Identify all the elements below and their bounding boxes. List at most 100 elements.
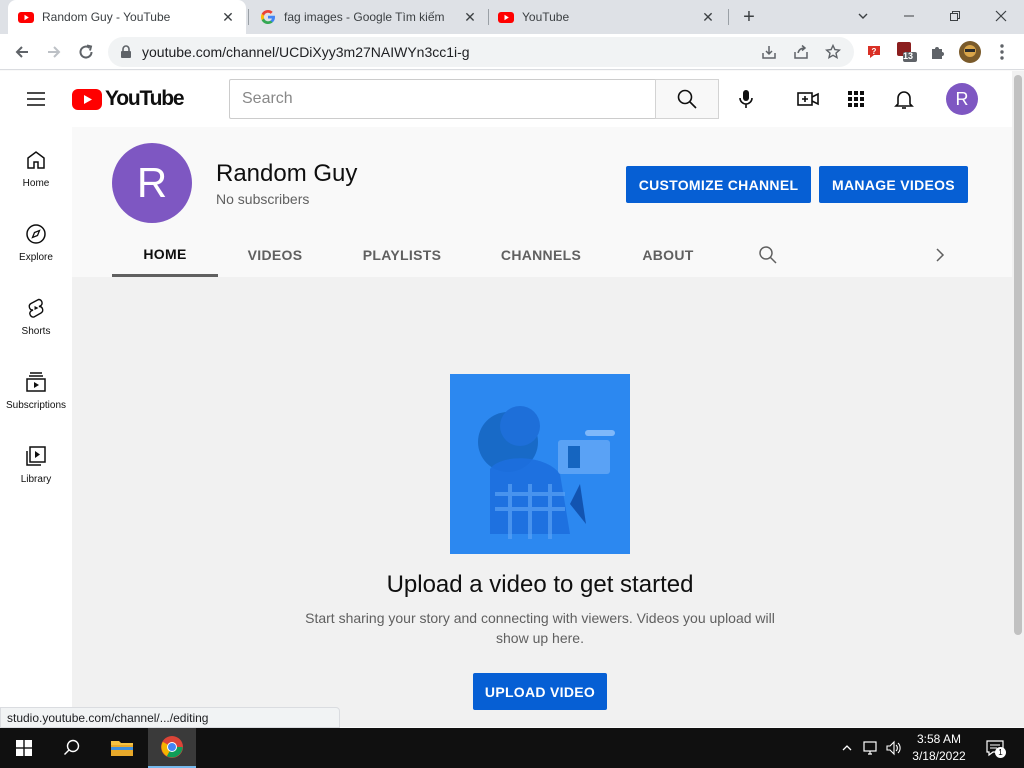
chrome-icon	[161, 736, 183, 758]
share-icon[interactable]	[790, 41, 812, 63]
mini-guide: Home Explore Shorts Subscriptions Librar…	[0, 127, 72, 707]
file-explorer-button[interactable]	[98, 728, 146, 768]
minimize-icon	[904, 15, 914, 17]
close-icon[interactable]: ✕	[700, 9, 716, 25]
upload-video-button[interactable]: UPLOAD VIDEO	[473, 673, 607, 710]
upload-illustration	[450, 374, 630, 554]
youtube-wordmark: YouTube	[105, 87, 185, 110]
notifications-bell-icon[interactable]	[892, 87, 916, 111]
browser-toolbar: youtube.com/channel/UCDiXyy3m27NAIWYn3cc…	[0, 34, 1024, 70]
tab-channels[interactable]: CHANNELS	[486, 233, 596, 277]
menu-icon[interactable]	[24, 87, 48, 111]
taskbar-clock[interactable]: 3:58 AM 3/18/2022	[905, 731, 973, 765]
chevron-down-icon	[858, 13, 868, 19]
youtube-icon	[18, 12, 34, 23]
empty-state-title: Upload a video to get started	[386, 571, 694, 598]
tab-title: Random Guy - YouTube	[42, 10, 171, 24]
profile-avatar[interactable]	[958, 40, 982, 64]
apps-grid-icon[interactable]	[844, 87, 868, 111]
action-center-icon[interactable]: 1	[983, 738, 1007, 758]
address-bar[interactable]: youtube.com/channel/UCDiXyy3m27NAIWYn3cc…	[108, 37, 854, 67]
start-button[interactable]	[0, 728, 48, 768]
channel-header: R Random Guy No subscribers CUSTOMIZE CH…	[72, 127, 1012, 277]
network-icon[interactable]	[861, 738, 881, 758]
guide-item-subscriptions[interactable]: Subscriptions	[0, 349, 72, 423]
guide-item-shorts[interactable]: Shorts	[0, 275, 72, 349]
extensions-puzzle-icon[interactable]	[926, 40, 950, 64]
tab-about[interactable]: ABOUT	[624, 233, 712, 277]
channel-search-icon[interactable]	[758, 245, 778, 265]
minimize-button[interactable]	[886, 0, 932, 32]
guide-label: Home	[22, 178, 50, 189]
arrow-left-icon	[15, 46, 28, 58]
extension-badge-icon[interactable]: 13	[894, 40, 918, 64]
browser-tab-youtube[interactable]: YouTube ✕	[488, 0, 726, 34]
channel-avatar: R	[112, 143, 192, 223]
tab-playlists[interactable]: PLAYLISTS	[348, 233, 456, 277]
guide-label: Library	[20, 474, 52, 485]
guide-label: Shorts	[21, 326, 51, 337]
show-hidden-icons-chevron-up-icon[interactable]	[837, 738, 857, 758]
youtube-logo[interactable]: YouTube	[72, 87, 185, 110]
scrollbar-thumb[interactable]	[1014, 75, 1022, 635]
search-icon	[677, 89, 697, 109]
bookmark-star-icon[interactable]	[822, 41, 844, 63]
subscriptions-icon	[26, 372, 46, 392]
customize-channel-button[interactable]: CUSTOMIZE CHANNEL	[626, 166, 811, 203]
youtube-play-logo-icon	[72, 88, 102, 110]
account-avatar[interactable]: R	[946, 83, 978, 115]
tab-divider	[728, 9, 729, 25]
channel-home-content: Upload a video to get started Start shar…	[72, 277, 1012, 727]
volume-icon[interactable]	[884, 738, 904, 758]
reload-icon	[79, 44, 93, 59]
home-icon	[27, 151, 45, 169]
guide-item-explore[interactable]: Explore	[0, 201, 72, 275]
tab-videos[interactable]: VIDEOS	[230, 233, 320, 277]
close-icon	[995, 10, 1007, 22]
microphone-icon	[739, 90, 753, 108]
channel-name: Random Guy	[216, 160, 358, 187]
forward-button[interactable]	[40, 38, 68, 66]
guide-label: Explore	[19, 252, 53, 263]
folder-icon	[111, 741, 133, 756]
new-tab-button[interactable]: +	[737, 5, 761, 29]
chrome-menu-icon[interactable]	[990, 40, 1014, 64]
create-video-icon[interactable]	[796, 87, 820, 111]
windows-taskbar: 3:58 AM 3/18/2022 1	[0, 728, 1024, 768]
browser-tab-random-guy[interactable]: Random Guy - YouTube ✕	[8, 0, 246, 34]
tab-search-button[interactable]	[840, 0, 886, 32]
restore-button[interactable]	[932, 0, 978, 32]
taskbar-search-button[interactable]	[48, 728, 96, 768]
guide-item-library[interactable]: Library	[0, 423, 72, 497]
close-icon[interactable]: ✕	[462, 9, 478, 25]
compass-icon	[26, 224, 46, 244]
svg-text:?: ?	[872, 47, 877, 56]
search-button[interactable]	[655, 79, 719, 119]
lock-icon[interactable]	[118, 44, 134, 60]
close-window-button[interactable]	[978, 0, 1024, 32]
chrome-taskbar-button[interactable]	[148, 728, 196, 768]
tab-home[interactable]: HOME	[112, 233, 218, 277]
tab-divider	[248, 9, 249, 25]
reload-button[interactable]	[72, 38, 100, 66]
youtube-icon	[498, 12, 514, 23]
back-button[interactable]	[8, 38, 36, 66]
search-input[interactable]: Search	[229, 79, 656, 119]
shorts-icon	[28, 298, 44, 318]
chevron-right-icon[interactable]	[930, 245, 950, 265]
close-icon[interactable]: ✕	[220, 9, 236, 25]
extension-red-icon[interactable]: ?	[862, 40, 886, 64]
browser-tab-google[interactable]: fag images - Google Tìm kiếm ✕	[250, 0, 488, 34]
guide-label: Subscriptions	[5, 400, 67, 411]
voice-search-button[interactable]	[729, 82, 763, 116]
manage-videos-button[interactable]: MANAGE VIDEOS	[819, 166, 968, 203]
url-text: youtube.com/channel/UCDiXyy3m27NAIWYn3cc…	[142, 44, 470, 60]
page-scrollbar[interactable]	[1012, 71, 1024, 727]
google-icon	[260, 10, 275, 24]
install-icon[interactable]	[758, 41, 780, 63]
search-icon	[64, 739, 80, 755]
guide-item-home[interactable]: Home	[0, 127, 72, 201]
library-icon	[26, 446, 46, 466]
notification-count-badge: 1	[995, 747, 1006, 758]
clock-time: 3:58 AM	[916, 732, 962, 746]
